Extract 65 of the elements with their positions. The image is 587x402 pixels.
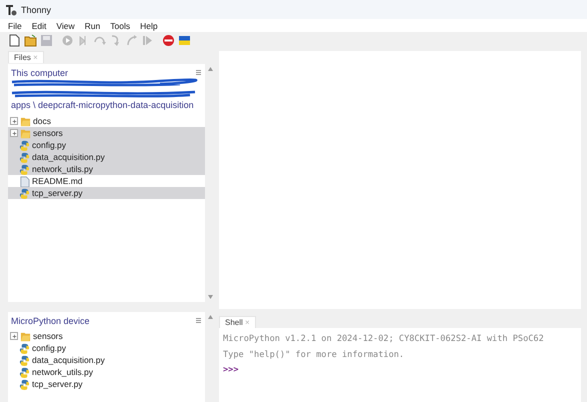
- python-file-icon: [19, 378, 30, 390]
- file-name: network_utils.py: [32, 367, 93, 377]
- step-into-icon[interactable]: [109, 34, 122, 47]
- file-name: sensors: [33, 331, 63, 341]
- scroll-down-icon[interactable]: [208, 295, 213, 299]
- python-file-icon: [19, 188, 30, 198]
- python-file-icon: [19, 354, 30, 366]
- save-icon[interactable]: [40, 34, 53, 47]
- file-name: tcp_server.py: [32, 379, 83, 389]
- device-title: MicroPython device: [11, 316, 90, 326]
- expand-icon[interactable]: [10, 129, 18, 137]
- file-row[interactable]: README.md: [8, 175, 205, 187]
- file-name: network_utils.py: [32, 164, 93, 174]
- file-name: tcp_server.py: [32, 188, 83, 198]
- new-file-icon[interactable]: [8, 34, 21, 47]
- file-name: README.md: [32, 176, 83, 186]
- python-file-icon: [19, 140, 30, 150]
- step-over-icon[interactable]: [93, 34, 106, 47]
- window-title: Thonny: [21, 4, 52, 14]
- scroll-up-icon[interactable]: [208, 315, 213, 319]
- python-file-icon: [19, 164, 30, 174]
- file-name: data_acquisition.py: [32, 355, 105, 365]
- run-icon[interactable]: [61, 34, 74, 47]
- python-file-icon: [19, 152, 30, 162]
- shell-output-line: Type "help()" for more information.: [223, 350, 406, 362]
- shell-tab[interactable]: Shell ×: [219, 316, 256, 328]
- menu-item[interactable]: Run: [84, 20, 100, 30]
- file-name: docs: [33, 116, 51, 126]
- menu-icon[interactable]: [196, 70, 201, 75]
- folder-icon: [20, 116, 31, 126]
- path-text: apps \ deepcraft-micropython-data-acquisition: [10, 100, 195, 110]
- file-row[interactable]: tcp_server.py: [8, 187, 205, 199]
- shell-panel[interactable]: MicroPython v1.2.1 on 2024-12-02; CY8CKIT-062S2-AI with PSoC62 Type "help()" for more information. >>>: [219, 328, 581, 402]
- menu-icon[interactable]: [196, 318, 201, 323]
- app-logo-icon: [5, 4, 17, 16]
- file-row[interactable]: data_acquisition.py: [8, 151, 205, 163]
- menu-item[interactable]: Help: [140, 20, 158, 30]
- open-folder-icon[interactable]: [24, 34, 37, 47]
- file-name: data_acquisition.py: [32, 152, 105, 162]
- menu-item[interactable]: Edit: [32, 20, 46, 30]
- stop-icon[interactable]: [162, 34, 175, 47]
- shell-output-line: MicroPython v1.2.1 on 2024-12-02; CY8CKIT-062S2-AI with PSoC62: [223, 334, 545, 346]
- python-file-icon: [19, 366, 30, 378]
- shell-prompt[interactable]: >>>: [223, 365, 577, 380]
- folder-icon: [20, 128, 31, 138]
- file-name: config.py: [32, 140, 66, 150]
- files-tab[interactable]: Files ×: [8, 51, 44, 63]
- file-name: config.py: [32, 343, 66, 353]
- resume-icon[interactable]: [141, 34, 154, 47]
- folder-icon: [20, 330, 31, 342]
- menu-item[interactable]: Tools: [110, 20, 130, 30]
- expand-icon[interactable]: [10, 332, 18, 340]
- location-title: This computer: [11, 68, 68, 78]
- flag-icon[interactable]: [178, 34, 191, 47]
- scroll-up-icon[interactable]: [208, 67, 213, 71]
- file-name: sensors: [33, 128, 63, 138]
- file-row[interactable]: sensors: [8, 127, 205, 139]
- file-row[interactable]: docs: [8, 115, 205, 127]
- menu-item[interactable]: File: [8, 20, 22, 30]
- file-row[interactable]: config.py: [8, 139, 205, 151]
- menu-item[interactable]: View: [56, 20, 75, 30]
- expand-icon[interactable]: [10, 117, 18, 125]
- file-row[interactable]: network_utils.py: [8, 163, 205, 175]
- step-out-icon[interactable]: [125, 34, 138, 47]
- python-file-icon: [19, 342, 30, 354]
